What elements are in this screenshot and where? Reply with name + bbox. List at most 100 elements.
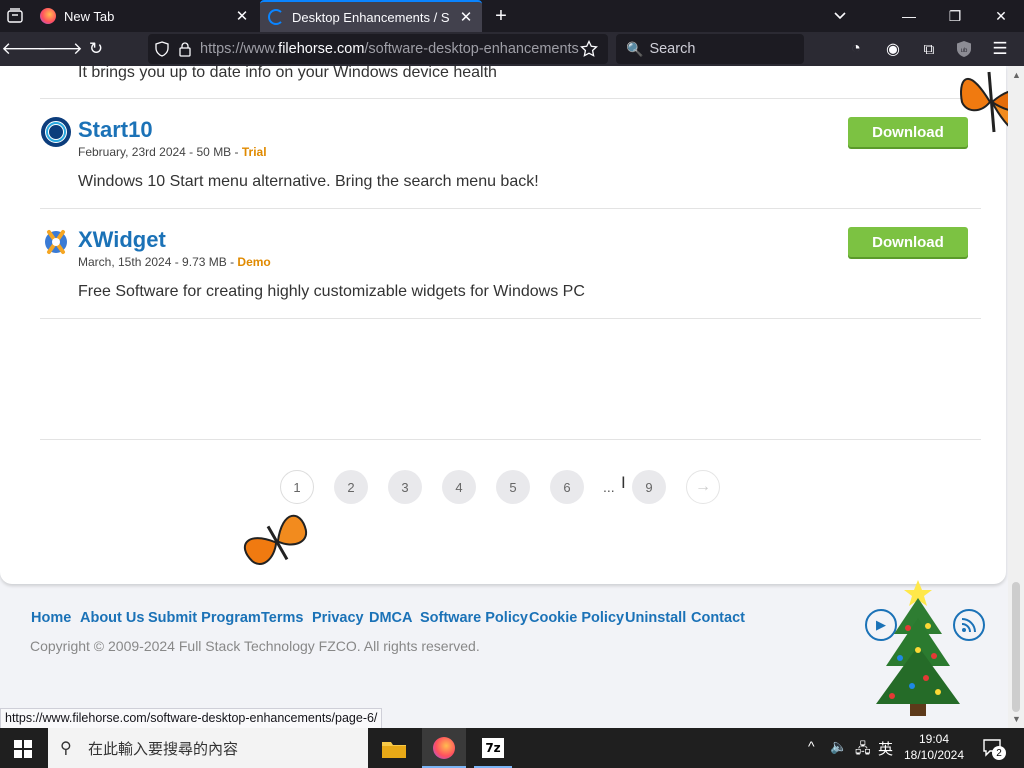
butterfly-icon xyxy=(236,506,318,578)
search-bar[interactable]: 🔍 Search xyxy=(616,34,804,64)
download-button-xwidget[interactable]: Download xyxy=(848,227,968,257)
link-status-tooltip: https://www.filehorse.com/software-deskt… xyxy=(0,708,383,729)
taskbar-search-placeholder: 在此輸入要搜尋的內容 xyxy=(88,740,239,758)
license-badge: Demo xyxy=(237,255,271,269)
windows-start-icon[interactable] xyxy=(14,740,32,758)
download-button-start10[interactable]: Download xyxy=(848,117,968,147)
ublock-shield-icon[interactable]: ub xyxy=(951,36,977,62)
footer-link-terms[interactable]: Terms xyxy=(261,610,303,626)
search-placeholder: Search xyxy=(649,41,696,57)
app-title-xwidget[interactable]: XWidget xyxy=(78,227,166,253)
scroll-up-icon[interactable]: ▲ xyxy=(1012,70,1021,80)
new-tab-plus-icon[interactable]: + xyxy=(490,4,512,28)
navigation-toolbar: 🡐 🡒 ↻ https://www.filehorse.com/software… xyxy=(0,32,1024,66)
listing-card: It brings you up to date info on your Wi… xyxy=(0,66,1006,584)
taskbar-firefox-button[interactable] xyxy=(422,728,466,768)
divider xyxy=(40,98,981,99)
back-arrow-icon[interactable]: 🡐 xyxy=(1,36,47,62)
tab-title: Desktop Enhancements / Software xyxy=(292,9,450,25)
footer-link-home[interactable]: Home xyxy=(31,610,71,626)
tab-strip: New Tab ✕ Desktop Enhancements / Softwar… xyxy=(0,0,1024,32)
footer-link-software-policy[interactable]: Software Policy xyxy=(420,610,528,626)
prev-app-description: It brings you up to date info on your Wi… xyxy=(78,66,497,81)
christmas-tree-icon xyxy=(868,578,964,728)
lock-icon[interactable] xyxy=(178,41,192,57)
next-page-arrow-icon[interactable]: → xyxy=(686,470,720,504)
page-button-1[interactable]: 1 xyxy=(280,470,314,504)
app-meta: February, 23rd 2024 - 50 MB - Trial xyxy=(78,145,267,159)
search-engine-icon: 🔍 xyxy=(626,40,644,57)
app-meta: March, 15th 2024 - 9.73 MB - Demo xyxy=(78,255,271,269)
tab-desktop-enhancements[interactable]: Desktop Enhancements / Software ✕ xyxy=(260,0,482,32)
footer-link-privacy[interactable]: Privacy xyxy=(312,610,364,626)
firefox-icon xyxy=(433,737,455,759)
app-description: Windows 10 Start menu alternative. Bring… xyxy=(78,173,539,190)
footer-link-dmca[interactable]: DMCA xyxy=(369,610,413,626)
windows-taskbar: ⚲ 在此輸入要搜尋的內容 7z ^ 🔈 🖧 英 19:04 18/10/2024… xyxy=(0,728,1024,768)
loading-spinner-icon xyxy=(268,9,284,25)
text-cursor-icon: I xyxy=(621,473,626,492)
tab-list-icon[interactable] xyxy=(6,7,24,25)
footer-link-contact[interactable]: Contact xyxy=(691,610,745,626)
firefox-icon xyxy=(40,8,56,24)
xwidget-app-icon[interactable] xyxy=(40,226,72,258)
close-tab-icon[interactable]: ✕ xyxy=(458,8,474,26)
network-icon[interactable]: 🖧 xyxy=(855,738,871,762)
footer-link-cookie-policy[interactable]: Cookie Policy xyxy=(529,610,624,626)
page-button-4[interactable]: 4 xyxy=(442,470,476,504)
page-button-5[interactable]: 5 xyxy=(496,470,530,504)
notification-center-icon[interactable]: 2 xyxy=(982,738,1006,760)
divider xyxy=(40,208,981,209)
search-icon: ⚲ xyxy=(60,740,72,757)
taskbar-search-box[interactable]: ⚲ 在此輸入要搜尋的內容 xyxy=(48,728,368,768)
tab-title: New Tab xyxy=(64,8,115,24)
url-bar[interactable]: https://www.filehorse.com/software-deskt… xyxy=(148,34,608,64)
pagination-ellipsis: ... xyxy=(603,479,615,495)
close-window-icon[interactable]: ✕ xyxy=(978,0,1024,32)
hamburger-menu-icon[interactable]: ☰ xyxy=(987,36,1013,62)
volume-muted-icon[interactable]: 🔈 xyxy=(830,738,847,755)
bookmark-star-icon[interactable] xyxy=(580,39,598,58)
page-button-3[interactable]: 3 xyxy=(388,470,422,504)
clock-date: 18/10/2024 xyxy=(903,748,965,762)
url-text: https://www.filehorse.com/software-deskt… xyxy=(200,41,579,57)
app-title-start10[interactable]: Start10 xyxy=(78,117,153,143)
page-button-2[interactable]: 2 xyxy=(334,470,368,504)
copyright-text: Copyright © 2009-2024 Full Stack Technol… xyxy=(30,638,480,654)
ime-indicator[interactable]: 英 xyxy=(878,738,893,759)
scrollbar-thumb[interactable] xyxy=(1012,582,1020,712)
web-page: It brings you up to date info on your Wi… xyxy=(0,66,1008,728)
notification-count-badge: 2 xyxy=(992,746,1006,760)
page-scrollbar[interactable]: ▲ ▼ xyxy=(1008,66,1024,728)
tab-new-tab[interactable]: New Tab ✕ xyxy=(32,0,258,32)
divider xyxy=(40,318,981,319)
scroll-down-icon[interactable]: ▼ xyxy=(1012,714,1021,724)
timer-extension-icon[interactable]: ◔ xyxy=(843,36,869,62)
taskbar-clock[interactable]: 19:04 18/10/2024 xyxy=(900,731,968,763)
butterfly-icon xyxy=(956,66,1008,156)
reload-icon[interactable]: ↻ xyxy=(83,36,109,62)
license-badge: Trial xyxy=(241,145,267,159)
page-button-9[interactable]: 9 xyxy=(632,470,666,504)
shield-icon[interactable] xyxy=(154,41,170,57)
clock-time: 19:04 xyxy=(918,732,950,746)
file-explorer-icon[interactable] xyxy=(380,736,408,760)
chevron-down-icon[interactable] xyxy=(830,6,852,26)
page-button-6[interactable]: 6 xyxy=(550,470,584,504)
account-icon[interactable]: ◉ xyxy=(880,36,906,62)
footer-link-about[interactable]: About Us xyxy=(80,610,144,626)
7zip-icon: 7z xyxy=(482,738,504,758)
footer-link-uninstall[interactable]: Uninstall xyxy=(625,610,686,626)
show-hidden-icons-chevron-icon[interactable]: ^ xyxy=(808,738,815,754)
taskbar-7zip-button[interactable]: 7z xyxy=(474,728,512,768)
restore-icon[interactable]: ❐ xyxy=(932,0,978,32)
extensions-puzzle-icon[interactable]: ⧉ xyxy=(916,36,942,62)
close-tab-icon[interactable]: ✕ xyxy=(234,7,250,25)
footer-link-submit[interactable]: Submit Program xyxy=(148,610,261,626)
svg-text:ub: ub xyxy=(961,48,968,54)
start10-app-icon[interactable] xyxy=(40,116,72,148)
forward-arrow-icon[interactable]: 🡒 xyxy=(37,36,83,62)
minimize-icon[interactable]: — xyxy=(886,0,932,32)
divider xyxy=(40,439,981,440)
app-description: Free Software for creating highly custom… xyxy=(78,283,585,300)
